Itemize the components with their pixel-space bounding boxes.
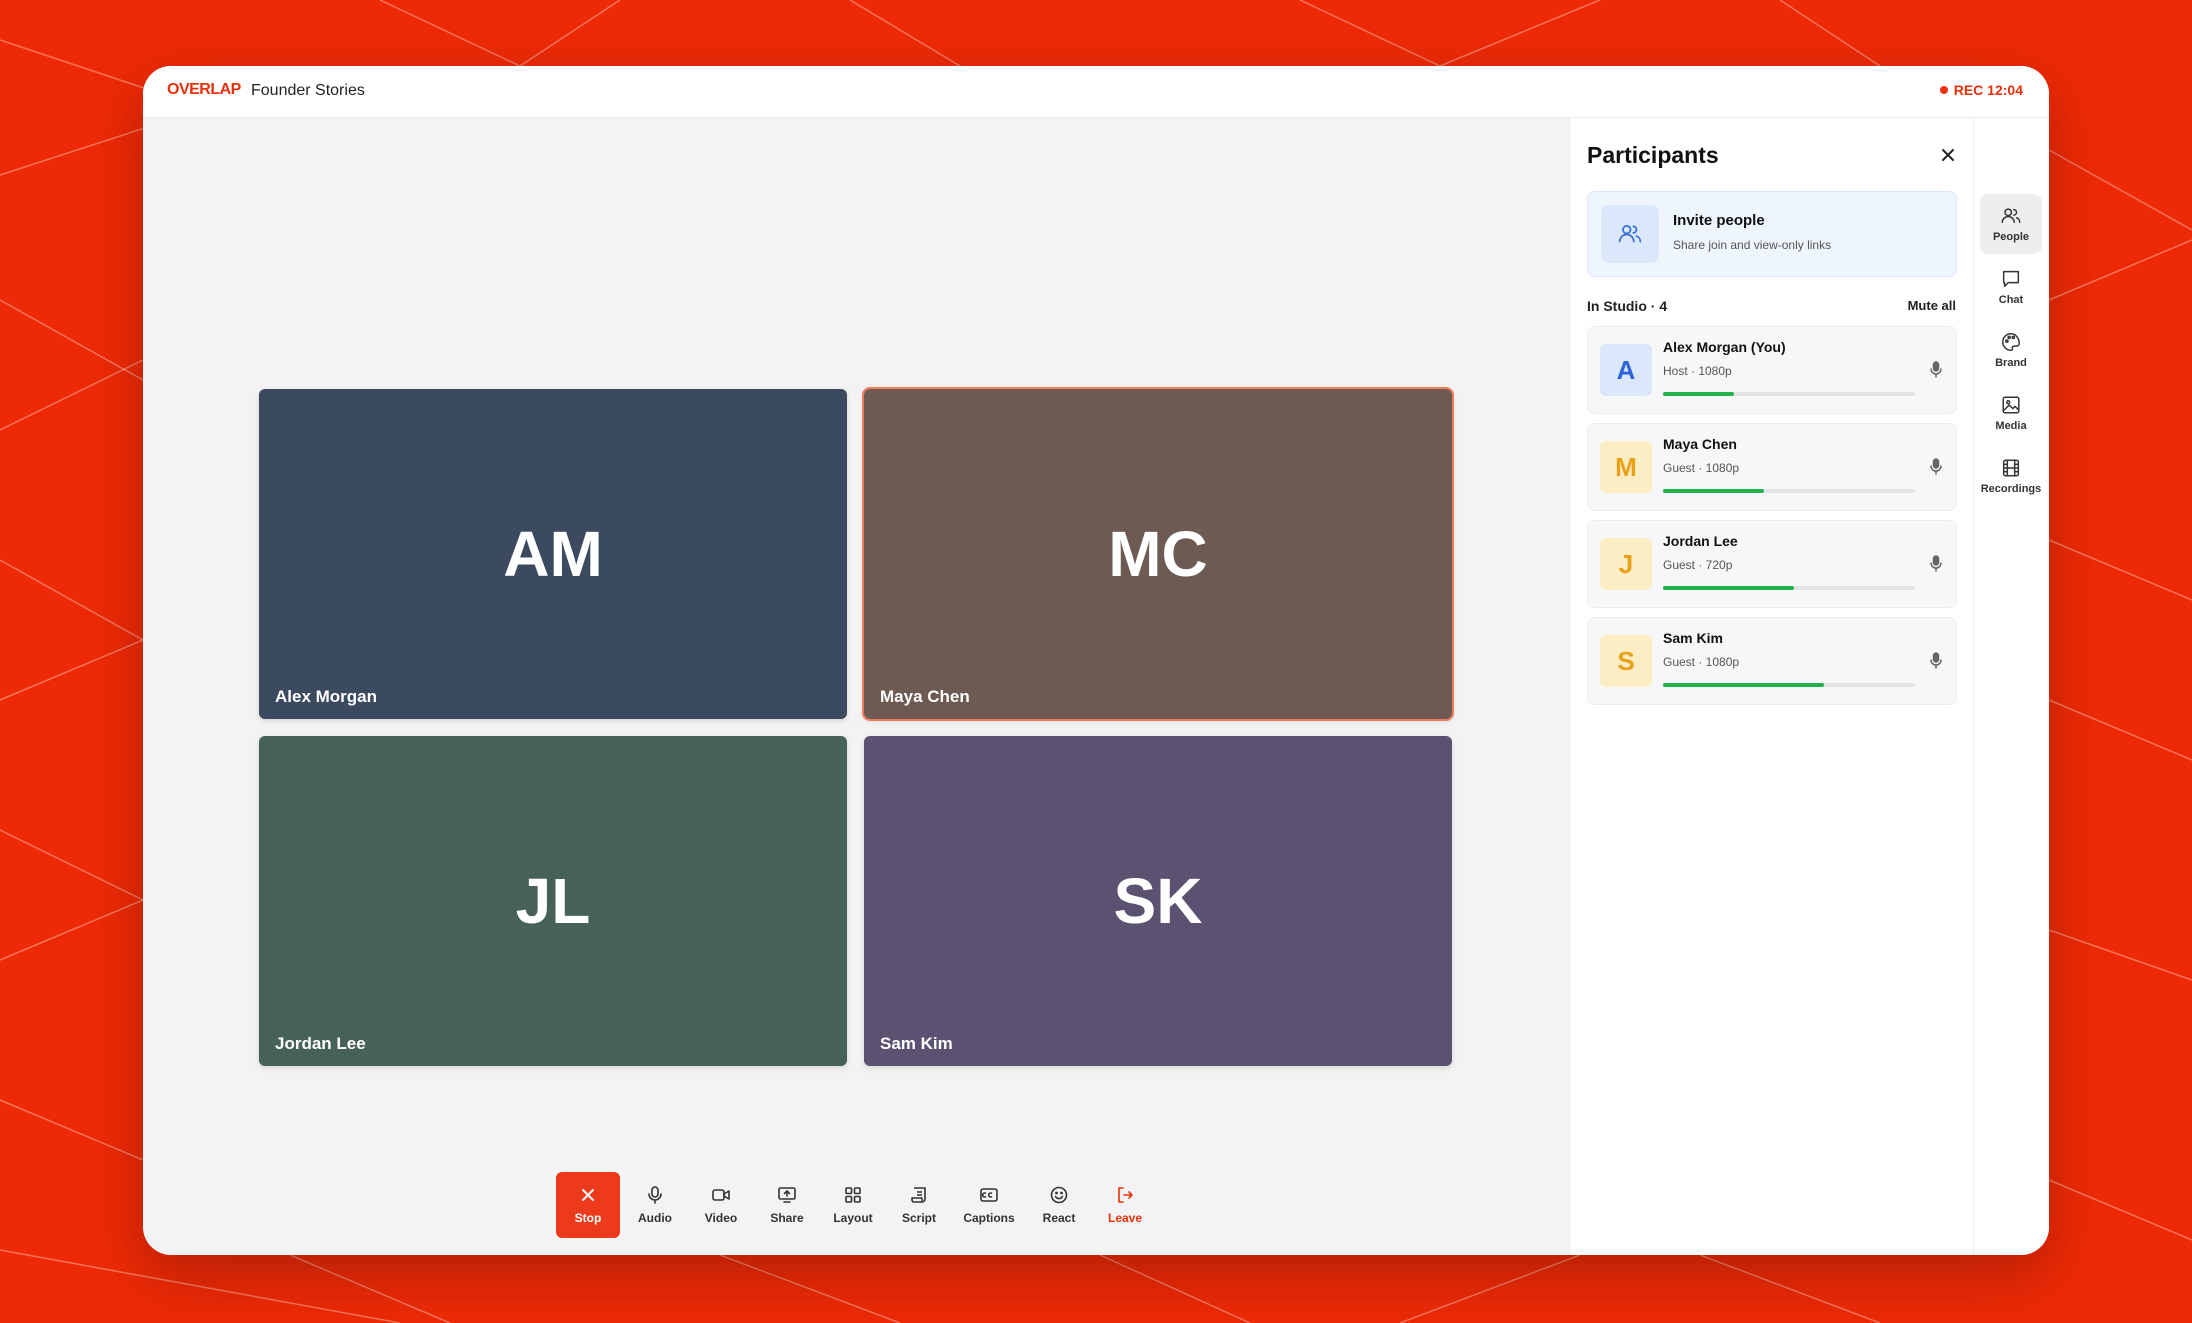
mute-all-button[interactable]: Mute all [1908, 298, 1956, 313]
participant-card[interactable]: A Alex Morgan (You) Host · 1080p [1587, 326, 1957, 414]
film-icon [2002, 459, 2020, 477]
participants-panel: Participants Invite people Share join an… [1569, 118, 1973, 1255]
video-tile[interactable]: JL Jordan Lee [259, 736, 847, 1066]
participant-avatar: S [1600, 635, 1652, 687]
participant-meta: Guest · 1080p [1663, 655, 1740, 669]
control-bar: Stop Audio Video Share Layout Script Cap… [556, 1172, 1158, 1238]
rail-item-chat[interactable]: Chat [1980, 257, 2042, 317]
brand-logo: OVERLAP [167, 81, 241, 98]
close-icon [582, 1189, 594, 1201]
tile-initials: SK [1113, 865, 1203, 937]
rail-item-people[interactable]: People [1980, 194, 2042, 254]
app-window: OVERLAP Founder Stories REC 12:04 AM Ale… [143, 66, 2049, 1255]
participant-name: Jordan Lee [1663, 533, 1738, 549]
invite-title: Invite people [1673, 212, 1765, 229]
invite-icon-box [1601, 205, 1659, 263]
video-tile[interactable]: SK Sam Kim [864, 736, 1452, 1066]
tile-name: Jordan Lee [275, 1034, 366, 1053]
video-tile[interactable]: AM Alex Morgan [259, 389, 847, 719]
participant-card[interactable]: M Maya Chen Guest · 1080p [1587, 423, 1957, 511]
rail-item-brand[interactable]: Brand [1980, 320, 2042, 380]
palette-icon [2002, 333, 2020, 351]
scroll-icon [911, 1187, 926, 1203]
microphone-icon[interactable] [1928, 555, 1944, 573]
share-button[interactable]: Share [754, 1172, 820, 1238]
side-rail: People Chat Brand Media Recordings [1973, 118, 2049, 1255]
video-tile[interactable]: MC Maya Chen [862, 387, 1454, 721]
participant-avatar: J [1600, 538, 1652, 590]
audio-level-fill [1663, 489, 1764, 493]
screen-share-icon [778, 1187, 796, 1203]
captions-icon [980, 1188, 998, 1202]
close-panel-icon[interactable] [1937, 144, 1959, 166]
rail-item-media[interactable]: Media [1980, 383, 2042, 443]
tile-initials: MC [1108, 518, 1208, 590]
participant-name: Alex Morgan (You) [1663, 339, 1786, 355]
participant-meta: Host · 1080p [1663, 364, 1732, 378]
participant-name: Sam Kim [1663, 630, 1723, 646]
rail-item-recordings[interactable]: Recordings [1980, 446, 2042, 506]
captions-button[interactable]: Captions [952, 1172, 1026, 1238]
tile-initials: AM [503, 518, 603, 590]
stop-button[interactable]: Stop [556, 1172, 620, 1238]
chat-icon [2002, 270, 2020, 288]
audio-level-bar [1663, 683, 1915, 687]
audio-level-bar [1663, 489, 1915, 493]
participant-avatar: A [1600, 344, 1652, 396]
participant-meta: Guest · 720p [1663, 558, 1733, 572]
participant-card[interactable]: S Sam Kim Guest · 1080p [1587, 617, 1957, 705]
leave-button[interactable]: Leave [1092, 1172, 1158, 1238]
tile-initials: JL [515, 865, 591, 937]
layout-button[interactable]: Layout [820, 1172, 886, 1238]
audio-button[interactable]: Audio [622, 1172, 688, 1238]
grid-icon [845, 1187, 861, 1203]
in-studio-heading: In Studio · 4 [1587, 298, 1668, 314]
microphone-icon[interactable] [1928, 652, 1944, 670]
participant-card[interactable]: J Jordan Lee Guest · 720p [1587, 520, 1957, 608]
tile-name: Maya Chen [880, 687, 970, 706]
invite-people-card[interactable]: Invite people Share join and view-only l… [1587, 191, 1957, 277]
recording-indicator: REC 12:04 [1939, 82, 2023, 98]
image-icon [2002, 396, 2020, 414]
people-icon [1618, 225, 1642, 243]
video-button[interactable]: Video [688, 1172, 754, 1238]
audio-level-bar [1663, 392, 1915, 396]
react-button[interactable]: React [1026, 1172, 1092, 1238]
participant-meta: Guest · 1080p [1663, 461, 1740, 475]
camera-icon [712, 1189, 730, 1201]
show-name: Founder Stories [251, 82, 365, 99]
microphone-icon [648, 1186, 662, 1204]
rec-dot-icon [1939, 86, 1948, 94]
smile-icon [1050, 1186, 1068, 1204]
microphone-icon[interactable] [1928, 361, 1944, 379]
top-bar: OVERLAP Founder Stories REC 12:04 [143, 66, 2049, 118]
microphone-icon[interactable] [1928, 458, 1944, 476]
audio-level-fill [1663, 586, 1795, 590]
invite-subtitle: Share join and view-only links [1673, 238, 1832, 252]
audio-level-fill [1663, 683, 1825, 687]
audio-level-fill [1663, 392, 1734, 396]
script-button[interactable]: Script [886, 1172, 952, 1238]
stage: AM Alex Morgan MC Maya Chen JL Jordan Le… [143, 118, 1569, 1255]
participant-name: Maya Chen [1663, 436, 1737, 452]
people-icon [2001, 208, 2021, 224]
participant-avatar: M [1600, 441, 1652, 493]
audio-level-bar [1663, 586, 1915, 590]
tile-name: Sam Kim [880, 1034, 953, 1053]
rec-timer: REC 12:04 [1953, 82, 2023, 98]
panel-title: Participants [1587, 142, 1719, 168]
exit-icon [1118, 1187, 1133, 1203]
tile-name: Alex Morgan [275, 687, 378, 706]
